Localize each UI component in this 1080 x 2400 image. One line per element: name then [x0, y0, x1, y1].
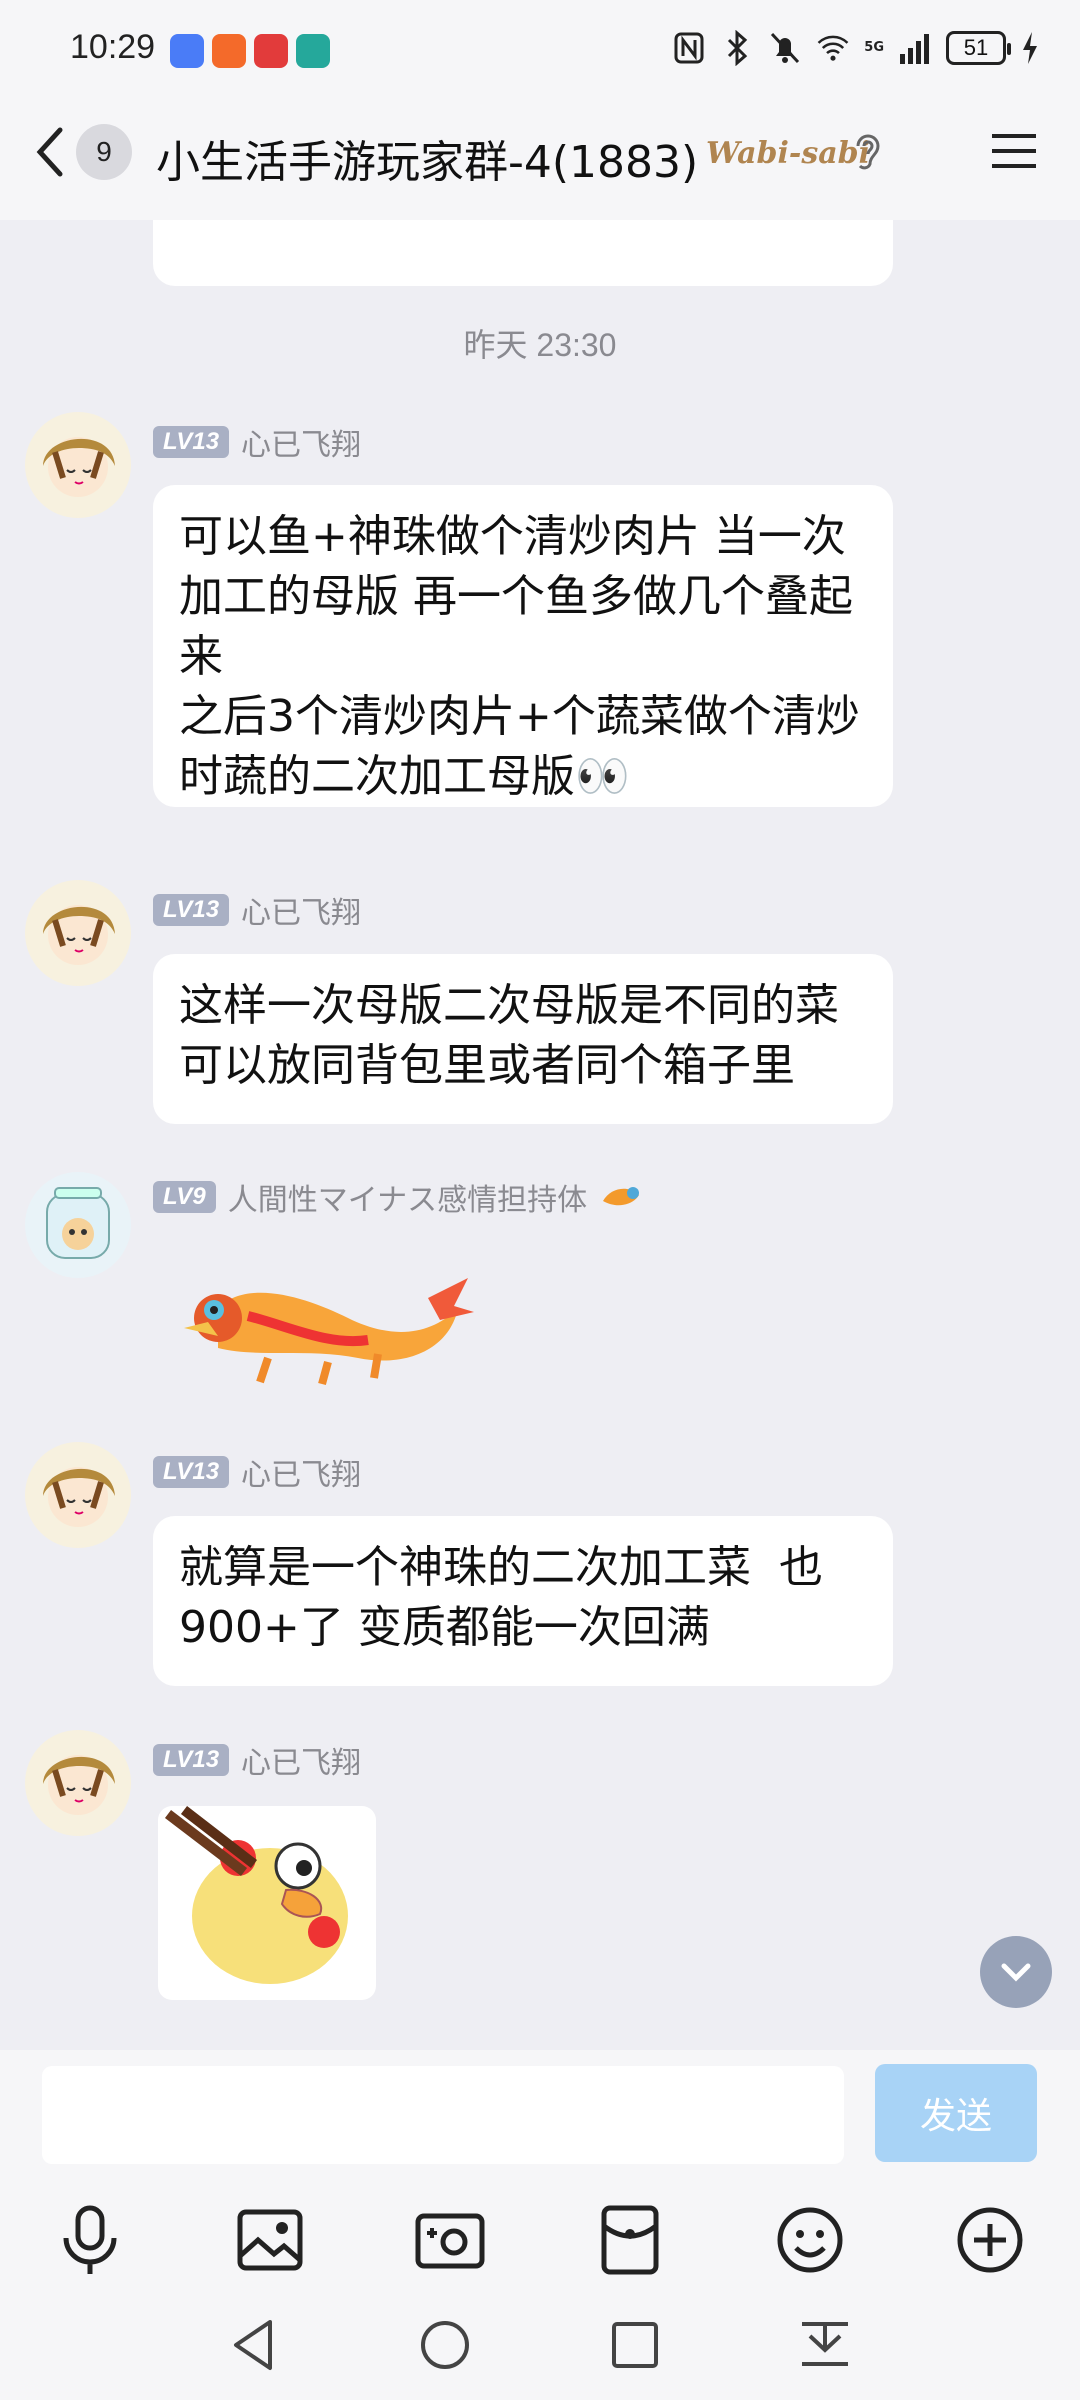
sender-nickname[interactable]: 心已飞翔 — [241, 1450, 361, 1494]
status-icons: 5G 51 — [672, 30, 1040, 66]
back-nav-icon[interactable] — [220, 2310, 290, 2380]
message-input[interactable] — [42, 2066, 844, 2164]
charging-icon — [1023, 32, 1037, 64]
system-nav-bar — [0, 2290, 1080, 2400]
app-notification-icon — [296, 34, 330, 68]
camera-icon[interactable] — [410, 2200, 490, 2280]
chevron-down-icon — [1001, 1963, 1031, 1982]
wifi-icon — [817, 35, 849, 61]
avatar[interactable] — [25, 1172, 131, 1278]
avatar[interactable] — [25, 412, 131, 518]
app-notification-icon — [212, 34, 246, 68]
sender-nickname[interactable]: 心已飞翔 — [241, 1738, 361, 1782]
status-bar: 10:29 5G 51 — [0, 0, 1080, 100]
level-badge: LV13 — [153, 1456, 230, 1488]
message-timestamp: 昨天 23:30 — [463, 327, 617, 363]
nfc-icon — [674, 32, 704, 64]
mute-bell-icon — [771, 32, 800, 64]
dragon-sticker[interactable] — [178, 1238, 488, 1398]
dragon-badge-icon — [603, 1187, 640, 1206]
message-meta: LV13 心已飞翔 — [153, 1450, 361, 1494]
previous-message-bubble — [153, 220, 893, 286]
message-bubble[interactable]: 这样一次母版二次母版是不同的菜可以放同背包里或者同个箱子里 — [153, 954, 893, 1124]
send-button[interactable]: 发送 — [875, 2064, 1037, 2162]
chat-header: 9 小生活手游玩家群-4(1883) Wabi-sabi — [0, 100, 1080, 220]
avatar[interactable] — [25, 880, 131, 986]
bluetooth-icon — [728, 30, 748, 66]
duck-sticker[interactable] — [158, 1806, 376, 2000]
unread-count-badge[interactable]: 9 — [76, 124, 132, 180]
level-badge: LV9 — [153, 1181, 216, 1213]
anime-avatar-icon — [43, 1755, 115, 1815]
app-notification-icon — [170, 34, 204, 68]
notification-app-icons — [170, 34, 330, 68]
avatar[interactable] — [25, 1442, 131, 1548]
message-bubble[interactable]: 可以鱼+神珠做个清炒肉片 当一次加工的母版 再一个鱼多做几个叠起来 之后3个清炒… — [153, 485, 893, 807]
jar-character-avatar-icon — [46, 1187, 110, 1259]
red-packet-icon[interactable] — [590, 2200, 670, 2280]
message-meta: LV13 心已飞翔 — [153, 1738, 361, 1782]
sender-nickname[interactable]: 人間性マイナス感情担持体 — [228, 1175, 587, 1219]
emoji-icon[interactable] — [770, 2200, 850, 2280]
status-time: 10:29 — [70, 28, 156, 66]
notification-nav-icon[interactable] — [790, 2310, 860, 2380]
anime-avatar-icon — [43, 905, 115, 965]
app-notification-icon — [254, 34, 288, 68]
image-icon[interactable] — [230, 2200, 310, 2280]
sender-nickname[interactable]: 心已飞翔 — [241, 420, 361, 464]
message-meta: LV13 心已飞翔 — [153, 420, 361, 464]
ear-icon[interactable] — [848, 128, 888, 178]
recents-nav-icon[interactable] — [600, 2310, 670, 2380]
anime-avatar-icon — [43, 437, 115, 497]
level-badge: LV13 — [153, 1744, 230, 1776]
group-tag: Wabi-sabi — [706, 136, 871, 171]
scroll-to-bottom-button[interactable] — [980, 1936, 1052, 2008]
avatar[interactable] — [25, 1730, 131, 1836]
plus-icon[interactable] — [950, 2200, 1030, 2280]
home-nav-icon[interactable] — [410, 2310, 480, 2380]
battery-indicator: 51 — [946, 31, 1011, 65]
level-badge: LV13 — [153, 426, 230, 458]
message-bubble[interactable]: 就算是一个神珠的二次加工菜 也900+了 变质都能一次回满 — [153, 1516, 893, 1686]
signal-icon — [900, 34, 929, 64]
group-title[interactable]: 小生活手游玩家群-4(1883) — [156, 126, 698, 190]
message-meta: LV9 人間性マイナス感情担持体 — [153, 1175, 643, 1219]
network-type: 5G — [864, 40, 884, 55]
menu-icon[interactable] — [990, 126, 1038, 176]
message-meta: LV13 心已飞翔 — [153, 888, 361, 932]
anime-avatar-icon — [43, 1467, 115, 1527]
sender-nickname[interactable]: 心已飞翔 — [241, 888, 361, 932]
level-badge: LV13 — [153, 894, 230, 926]
microphone-icon[interactable] — [50, 2200, 130, 2280]
chat-area[interactable]: 昨天 23:30 LV13 心已飞翔 可以鱼+神珠做个清炒肉片 当一次加工的母版… — [0, 220, 1080, 2050]
